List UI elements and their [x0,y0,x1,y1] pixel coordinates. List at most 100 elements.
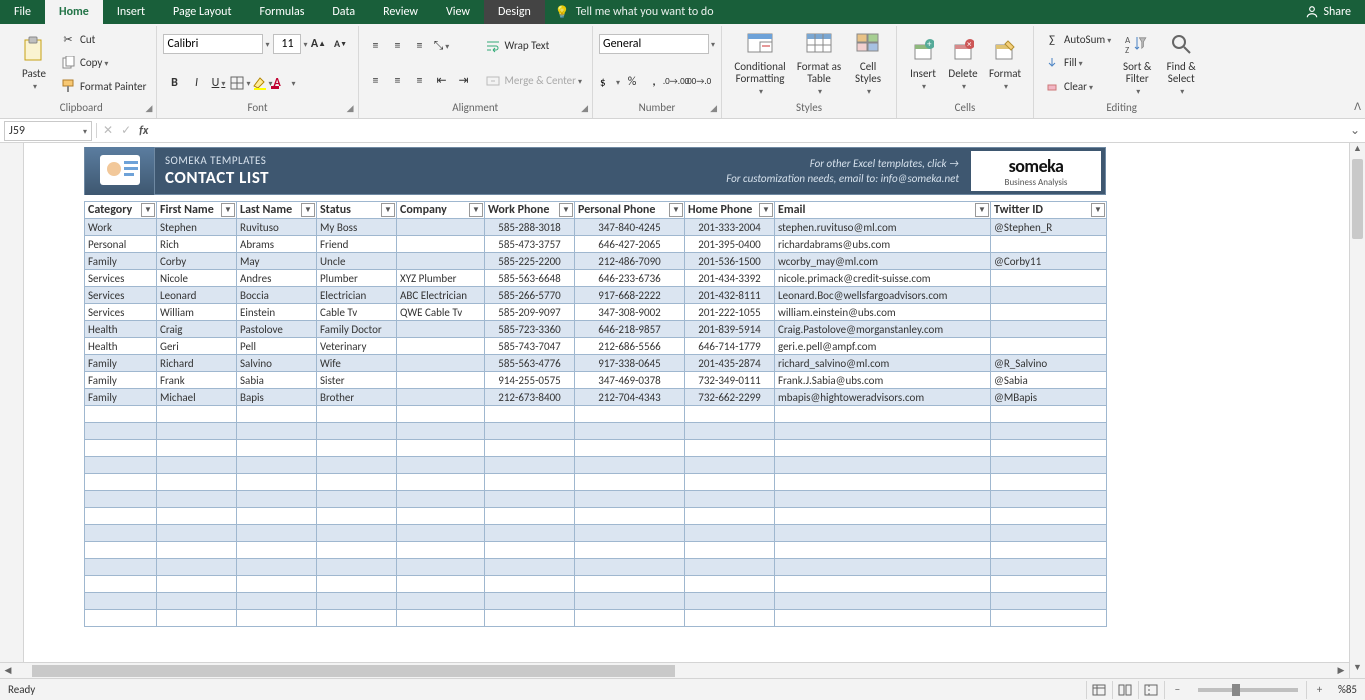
scrollbar-thumb[interactable] [1352,159,1363,239]
table-cell[interactable]: 646-233-6736 [575,270,685,287]
table-cell[interactable] [157,474,237,491]
table-cell[interactable]: 212-673-8400 [485,389,575,406]
table-cell[interactable]: Cable Tv [317,304,397,321]
sort-filter-button[interactable]: AZSort & Filter [1115,28,1159,98]
table-cell[interactable]: Work [85,219,157,236]
table-cell[interactable]: Family [85,355,157,372]
table-cell[interactable]: Abrams [237,236,317,253]
table-cell[interactable]: Family [85,389,157,406]
dialog-launcher-icon[interactable]: ◢ [710,103,717,114]
table-cell[interactable] [775,542,991,559]
table-cell[interactable]: stephen.ruvituso@ml.com [775,219,991,236]
table-cell[interactable] [991,491,1107,508]
table-cell[interactable] [397,440,485,457]
table-cell[interactable]: Uncle [317,253,397,270]
table-cell[interactable] [485,559,575,576]
table-cell[interactable] [991,338,1107,355]
table-cell[interactable] [397,389,485,406]
table-cell[interactable] [237,491,317,508]
table-cell[interactable] [85,508,157,525]
column-header[interactable]: Personal Phone▼ [575,202,685,219]
table-cell[interactable] [685,423,775,440]
table-cell[interactable]: 212-704-4343 [575,389,685,406]
scroll-left-button[interactable]: ◀ [0,665,16,676]
table-cell[interactable]: wcorby_may@ml.com [775,253,991,270]
table-cell[interactable]: Salvino [237,355,317,372]
table-cell[interactable] [991,593,1107,610]
font-color-button[interactable]: A [273,72,295,94]
table-cell[interactable] [575,491,685,508]
table-cell[interactable]: XYZ Plumber [397,270,485,287]
table-cell[interactable] [397,610,485,627]
clear-button[interactable]: Clear [1040,75,1115,97]
accounting-format-button[interactable]: $ [599,71,621,93]
column-header[interactable]: Home Phone▼ [685,202,775,219]
table-cell[interactable]: 585-288-3018 [485,219,575,236]
table-cell[interactable]: My Boss [317,219,397,236]
table-cell[interactable] [157,508,237,525]
increase-indent-button[interactable]: ⇥ [453,70,475,92]
table-cell[interactable] [485,491,575,508]
table-cell[interactable] [485,457,575,474]
tab-file[interactable]: File [0,0,45,24]
table-cell[interactable]: @MBapis [991,389,1107,406]
tab-formulas[interactable]: Formulas [245,0,318,24]
table-row[interactable]: FamilyMichaelBapisBrother212-673-8400212… [85,389,1107,406]
page-layout-view-button[interactable] [1112,681,1138,699]
table-row[interactable] [85,508,1107,525]
table-cell[interactable]: Friend [317,236,397,253]
table-cell[interactable] [575,508,685,525]
table-cell[interactable] [575,525,685,542]
format-painter-button[interactable]: Format Painter [56,75,150,97]
table-row[interactable]: PersonalRichAbramsFriend585-473-3757646-… [85,236,1107,253]
column-header[interactable]: Email▼ [775,202,991,219]
table-cell[interactable] [157,440,237,457]
table-cell[interactable]: Family [85,372,157,389]
decrease-indent-button[interactable]: ⇤ [431,70,453,92]
table-cell[interactable] [317,508,397,525]
table-cell[interactable]: Geri [157,338,237,355]
table-cell[interactable] [317,559,397,576]
table-cell[interactable]: mbapis@hightoweradvisors.com [775,389,991,406]
table-cell[interactable] [397,491,485,508]
table-cell[interactable]: william.einstein@ubs.com [775,304,991,321]
column-header[interactable]: Category▼ [85,202,157,219]
table-row[interactable] [85,525,1107,542]
table-cell[interactable] [485,542,575,559]
table-cell[interactable] [775,440,991,457]
table-cell[interactable]: Family [85,253,157,270]
table-cell[interactable] [775,406,991,423]
table-cell[interactable] [775,576,991,593]
table-cell[interactable] [397,508,485,525]
table-row[interactable]: ServicesNicoleAndresPlumberXYZ Plumber58… [85,270,1107,287]
table-cell[interactable] [485,576,575,593]
table-cell[interactable] [157,423,237,440]
table-cell[interactable]: 732-662-2299 [685,389,775,406]
table-cell[interactable] [485,406,575,423]
table-cell[interactable] [397,542,485,559]
table-cell[interactable]: 585-563-6648 [485,270,575,287]
filter-dropdown-icon[interactable]: ▼ [975,203,989,217]
horizontal-scrollbar[interactable]: ◀ ▶ [0,662,1349,678]
conditional-formatting-button[interactable]: Conditional Formatting [728,28,792,98]
table-cell[interactable]: Frank.J.Sabia@ubs.com [775,372,991,389]
table-cell[interactable] [775,525,991,542]
table-cell[interactable]: 201-435-2874 [685,355,775,372]
table-cell[interactable] [991,406,1107,423]
table-cell[interactable] [397,406,485,423]
collapse-ribbon-button[interactable]: ᐱ [1354,100,1361,113]
table-cell[interactable] [685,508,775,525]
table-cell[interactable] [317,474,397,491]
table-cell[interactable] [991,236,1107,253]
table-cell[interactable]: 732-349-0111 [685,372,775,389]
font-size-input[interactable] [273,34,301,54]
filter-dropdown-icon[interactable]: ▼ [141,203,155,217]
table-cell[interactable] [397,423,485,440]
align-center-button[interactable]: ≡ [387,70,409,92]
decrease-decimal-button[interactable]: .00→.0 [687,71,709,93]
table-cell[interactable] [85,406,157,423]
table-cell[interactable] [685,525,775,542]
column-header[interactable]: First Name▼ [157,202,237,219]
tab-design[interactable]: Design [484,0,545,24]
table-cell[interactable] [397,338,485,355]
